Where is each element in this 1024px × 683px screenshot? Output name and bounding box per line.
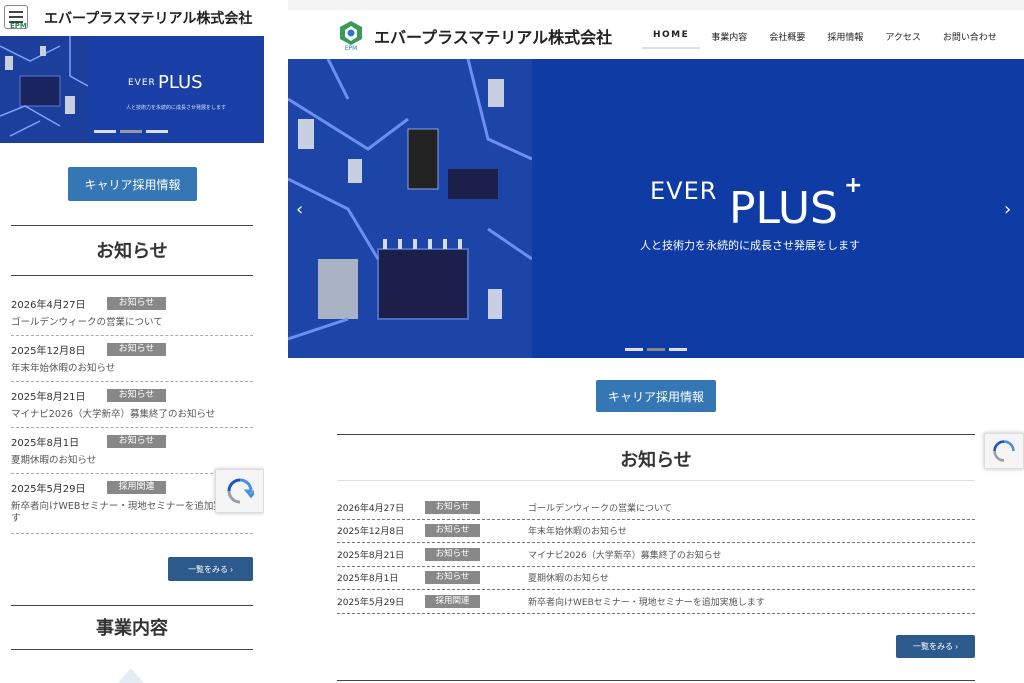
category-badge: お知らせ [425,500,480,514]
category-badge: お知らせ [425,547,480,561]
nav-home[interactable]: HOME [642,24,701,49]
menu-bar-icon [9,11,23,13]
brand-plus: PLUS [158,72,203,93]
recaptcha-badge[interactable] [215,469,264,513]
news-title[interactable]: 年末年始休暇のお知らせ [528,524,627,537]
nav-recruit[interactable]: 採用情報 [816,24,874,49]
category-badge: 採用関連 [425,594,480,608]
business-section-title: 事業内容 [96,618,168,639]
hero-tagline: 人と技術力を永続的に成長させ発展をします [126,105,227,111]
company-logo-icon[interactable]: EPM [338,20,364,50]
news-date: 2025年8月21日 [11,391,86,403]
decorative-triangle-icon [118,668,144,683]
slider-prev-arrow[interactable]: ‹ [296,199,303,220]
desktop-header: EPM エバープラスマテリアル株式会社 HOME 事業内容 会社概要 採用情報 … [288,10,1024,59]
category-badge: お知らせ [425,524,480,538]
brand-ever: EVER [128,78,156,88]
news-title[interactable]: ゴールデンウィークの営業について [528,501,672,514]
news-item[interactable]: 2025年12月8日 お知らせ 年末年始休暇のお知らせ [11,336,253,382]
news-title[interactable]: マイナビ2026（大学新卒）募集終了のお知らせ [528,548,722,561]
news-title[interactable]: 新卒者向けWEBセミナー・現地セミナーを追加実施します [528,595,765,608]
news-date: 2025年5月29日 [337,597,405,608]
brand-ever: EVER [650,177,718,205]
news-date: 2026年4月27日 [11,299,86,311]
category-badge: お知らせ [107,296,166,310]
news-section-title: お知らせ [96,241,168,262]
news-list: 2026年4月27日 お知らせ ゴールデンウィークの営業について 2025年12… [337,496,975,614]
slider-dots [625,348,687,351]
news-date: 2025年8月21日 [337,550,405,561]
view-divider [264,0,288,683]
news-title[interactable]: 年末年始休暇のお知らせ [11,363,253,375]
company-title[interactable]: エバープラスマテリアル株式会社 [44,8,252,28]
category-badge: 採用関連 [107,480,166,494]
mobile-view: EPM エバープラスマテリアル株式会社 EVER PLUS 人と技術力を永続的に… [0,0,264,683]
nav-contact[interactable]: お問い合わせ [932,24,1008,49]
news-title[interactable]: ゴールデンウィークの営業について [11,317,253,329]
brand-plus-sign: + [844,173,863,198]
slider-dot[interactable] [669,348,687,351]
news-title[interactable]: 夏期休暇のお知らせ [528,571,609,584]
news-item[interactable]: 2026年4月27日 お知らせ ゴールデンウィークの営業について [11,290,253,336]
logo-text: EPM [345,45,358,50]
category-badge: お知らせ [107,434,166,448]
slider-next-arrow[interactable]: › [1004,199,1011,220]
slider-dots [94,130,168,133]
nav-access[interactable]: アクセス [874,24,932,49]
news-item[interactable]: 2025年5月29日 採用関連 新卒者向けWEBセミナー・現地セミナーを追加実施… [337,590,975,614]
menu-bar-icon [9,16,23,18]
news-item[interactable]: 2025年8月1日 お知らせ 夏期休暇のお知らせ [11,428,253,474]
news-date: 2025年8月1日 [11,437,80,449]
slider-dot[interactable] [94,130,116,133]
news-date: 2025年5月29日 [11,483,86,495]
nav-company[interactable]: 会社概要 [758,24,816,49]
hero-slider[interactable]: EVER PLUS 人と技術力を永続的に成長させ発展をします [0,36,264,143]
news-item[interactable]: 2025年12月8日 お知らせ 年末年始休暇のお知らせ [337,520,975,543]
news-item[interactable]: 2025年8月21日 お知らせ マイナビ2026（大学新卒）募集終了のお知らせ [337,543,975,567]
section-divider [337,480,975,481]
section-divider [337,434,975,435]
business-section-header: 事業内容 [11,605,253,650]
news-date: 2025年12月8日 [337,527,405,538]
circuit-board-image [0,36,88,143]
brand-plus: PLUS [729,183,838,234]
category-badge: お知らせ [107,388,166,402]
category-badge: お知らせ [107,342,166,356]
slider-dot[interactable] [625,348,643,351]
news-item[interactable]: 2025年8月21日 お知らせ マイナビ2026（大学新卒）募集終了のお知らせ [11,382,253,428]
news-date: 2025年8月1日 [337,574,399,585]
view-all-news-button[interactable]: 一覧をみる › [168,557,253,581]
news-date: 2026年4月27日 [337,503,405,514]
hero-slider[interactable]: ‹ › EVER PLUS + 人と技術力を永続的に成長させ発展をします [288,59,1024,358]
section-divider [337,680,975,681]
slider-dot[interactable] [120,130,142,133]
logo-text: EPM [10,22,27,30]
news-item[interactable]: 2025年8月1日 お知らせ 夏期休暇のお知らせ [337,567,975,590]
news-section-header: お知らせ [11,225,253,276]
main-nav: HOME 事業内容 会社概要 採用情報 アクセス お問い合わせ [642,24,1008,49]
career-button[interactable]: キャリア採用情報 [68,167,197,201]
top-bar [288,0,1024,10]
recaptcha-icon [993,440,1015,462]
news-title[interactable]: 夏期休暇のお知らせ [11,455,253,467]
recaptcha-badge[interactable] [984,433,1024,469]
mobile-header: EPM エバープラスマテリアル株式会社 [0,0,264,36]
category-badge: お知らせ [425,571,480,585]
slider-dot[interactable] [647,348,665,351]
view-all-news-button[interactable]: 一覧をみる › [896,635,975,658]
hero-tagline: 人と技術力を永続的に成長させ発展をします [640,239,860,252]
circuit-board-image [288,59,532,358]
slider-dot[interactable] [146,130,168,133]
nav-business[interactable]: 事業内容 [700,24,758,49]
company-title[interactable]: エバープラスマテリアル株式会社 [374,24,612,48]
news-item[interactable]: 2026年4月27日 お知らせ ゴールデンウィークの営業について [337,496,975,520]
news-date: 2025年12月8日 [11,345,86,357]
recaptcha-icon [227,478,254,504]
news-title[interactable]: マイナビ2026（大学新卒）募集終了のお知らせ [11,409,253,421]
page-root: EPM エバープラスマテリアル株式会社 EVER PLUS 人と技術力を永続的に… [0,0,1024,683]
news-section-title: お知らせ [620,450,692,471]
career-button[interactable]: キャリア採用情報 [596,380,716,412]
desktop-view: EPM エバープラスマテリアル株式会社 HOME 事業内容 会社概要 採用情報 … [288,0,1024,683]
